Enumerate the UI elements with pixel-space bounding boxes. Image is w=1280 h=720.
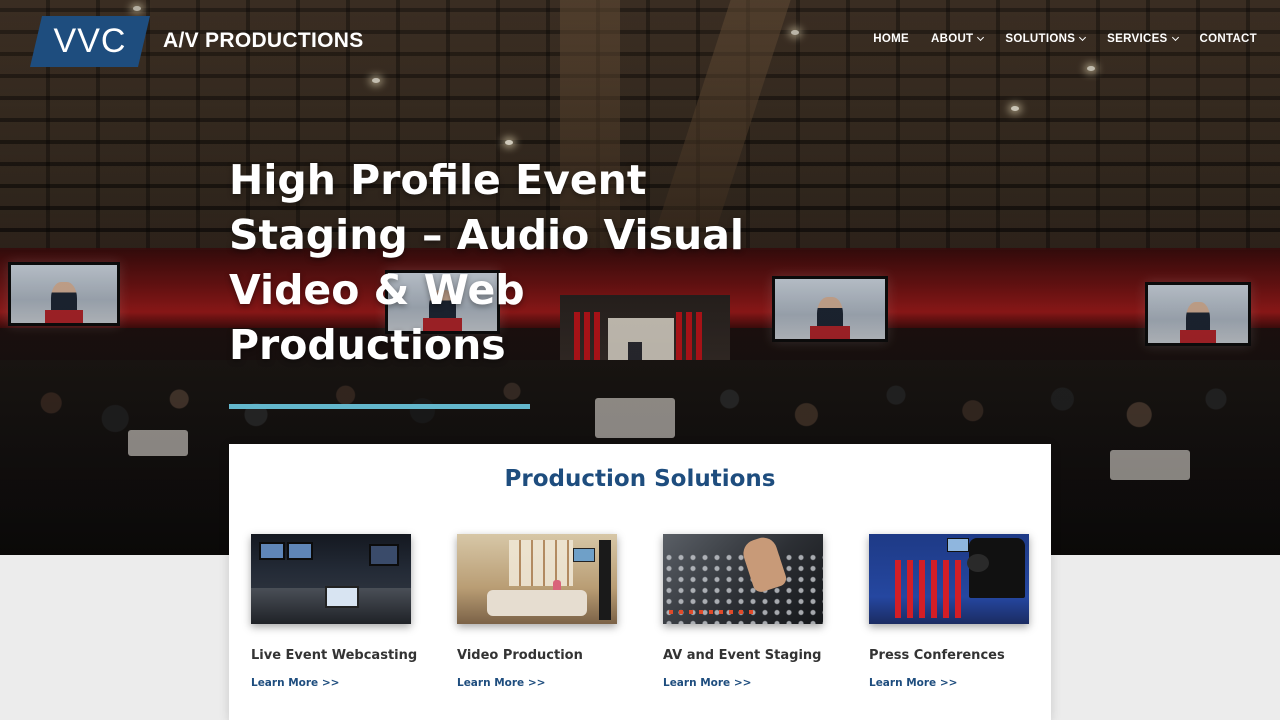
learn-more-link[interactable]: Learn More >> bbox=[457, 677, 619, 689]
solution-title: Video Production bbox=[457, 648, 583, 663]
solution-item-webcasting: Live Event Webcasting Learn More >> bbox=[251, 534, 418, 689]
solution-title: Press Conferences bbox=[869, 648, 1005, 663]
section-title: Production Solutions bbox=[504, 466, 776, 492]
hero-title-line: Productions bbox=[229, 321, 506, 369]
nav-label: HOME bbox=[873, 33, 909, 45]
nav-contact[interactable]: CONTACT bbox=[1200, 33, 1257, 45]
hero-title-line: High Profile Event bbox=[229, 156, 647, 204]
nav-label: SERVICES bbox=[1107, 33, 1168, 45]
main-nav: HOME ABOUT SOLUTIONS SERVICES CONTACT bbox=[873, 33, 1257, 45]
hero-title-line: Staging – Audio Visual bbox=[229, 211, 744, 259]
solution-title: AV and Event Staging bbox=[663, 648, 822, 663]
logo-text: VVC bbox=[53, 22, 127, 60]
studio-thumbnail[interactable] bbox=[457, 534, 617, 624]
solution-title: Live Event Webcasting bbox=[251, 648, 418, 663]
nav-services[interactable]: SERVICES bbox=[1107, 33, 1179, 45]
nav-about[interactable]: ABOUT bbox=[930, 33, 985, 45]
nav-solutions[interactable]: SOLUTIONS bbox=[1005, 33, 1087, 45]
press-conference-thumbnail[interactable] bbox=[869, 534, 1029, 624]
control-room-thumbnail[interactable] bbox=[251, 534, 411, 624]
chevron-down-icon bbox=[1171, 33, 1179, 42]
solution-item-video: Video Production Learn More >> bbox=[457, 534, 619, 689]
nav-label: CONTACT bbox=[1199, 33, 1257, 45]
hero-title-line: Video & Web bbox=[229, 266, 525, 314]
learn-more-link[interactable]: Learn More >> bbox=[663, 677, 825, 689]
hero-accent-rule bbox=[229, 404, 530, 409]
audio-mixer-thumbnail[interactable] bbox=[663, 534, 823, 624]
nav-label: SOLUTIONS bbox=[1005, 33, 1076, 45]
logo[interactable]: VVC bbox=[30, 16, 150, 67]
nav-label: ABOUT bbox=[930, 33, 974, 45]
learn-more-link[interactable]: Learn More >> bbox=[869, 677, 1031, 689]
chevron-down-icon bbox=[977, 33, 985, 42]
nav-home[interactable]: HOME bbox=[873, 33, 909, 45]
hero-title: High Profile Event Staging – Audio Visua… bbox=[229, 153, 789, 373]
brand-name[interactable]: A/V PRODUCTIONS bbox=[163, 29, 364, 53]
learn-more-link[interactable]: Learn More >> bbox=[251, 677, 413, 689]
solution-item-av-staging: AV and Event Staging Learn More >> bbox=[663, 534, 825, 689]
solution-item-press: Press Conferences Learn More >> bbox=[869, 534, 1031, 689]
solutions-card: Production Solutions Live Event Webcasti… bbox=[229, 444, 1051, 720]
chevron-down-icon bbox=[1079, 33, 1087, 42]
